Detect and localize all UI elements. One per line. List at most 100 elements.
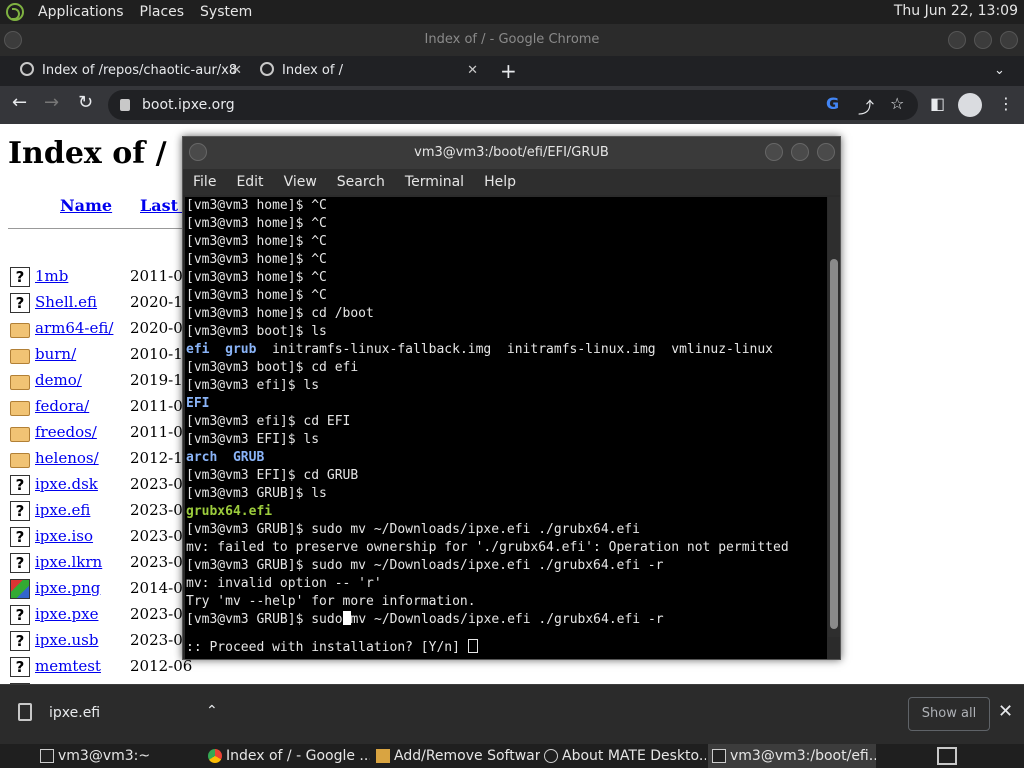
share-icon[interactable]: ⤴: [858, 94, 874, 118]
folder-icon: [10, 323, 30, 338]
maximize-icon[interactable]: [791, 143, 809, 161]
terminal-line: [vm3@vm3 home]$ ^C: [186, 216, 327, 231]
download-bar: ipxe.efi ⌃ Show all ✕: [0, 684, 1024, 744]
terminal-line: [vm3@vm3 efi]$ cd EFI: [186, 414, 351, 429]
window-menu-icon[interactable]: [4, 31, 22, 49]
prompt-text: [vm3@vm3 GRUB]$ sudo: [186, 612, 343, 627]
tab-index-of[interactable]: Index of / ✕: [260, 56, 478, 86]
menu-file[interactable]: File: [183, 169, 226, 195]
window-menu-icon[interactable]: [189, 143, 207, 161]
listing-link[interactable]: ipxe.lkrn: [35, 553, 102, 571]
terminal-titlebar[interactable]: vm3@vm3:/boot/efi/EFI/GRUB: [183, 137, 840, 169]
tab-close-icon[interactable]: ✕: [231, 56, 242, 86]
terminal-screen[interactable]: [vm3@vm3 home]$ ^C [vm3@vm3 home]$ ^C [vm3…: [185, 197, 827, 659]
profile-avatar[interactable]: [958, 93, 982, 117]
menu-view[interactable]: View: [274, 169, 327, 195]
unknown-file-icon: ?: [10, 293, 30, 313]
bottom-taskbar: vm3@vm3:~ Index of / - Google ... Add/Re…: [0, 744, 1024, 768]
chevron-up-icon[interactable]: ⌃: [206, 703, 218, 719]
close-icon[interactable]: [817, 143, 835, 161]
listing-link[interactable]: Shell.efi: [35, 293, 97, 311]
url-text: boot.ipxe.org: [142, 97, 235, 113]
terminal-line: [vm3@vm3 home]$ ^C: [186, 198, 327, 213]
task-terminal-grub[interactable]: vm3@vm3:/boot/efi...: [708, 744, 876, 768]
tab-close-icon[interactable]: ✕: [467, 56, 478, 86]
chrome-titlebar[interactable]: Index of / - Google Chrome: [0, 24, 1024, 56]
unknown-file-icon: ?: [10, 553, 30, 573]
terminal-line: Try 'mv --help' for more information.: [186, 594, 476, 609]
tab-chaotic-aur[interactable]: Index of /repos/chaotic-aur/x8 ✕: [20, 56, 242, 86]
menu-edit[interactable]: Edit: [226, 169, 273, 195]
minimize-icon[interactable]: [948, 31, 966, 49]
close-download-bar-icon[interactable]: ✕: [998, 701, 1013, 722]
chrome-menu-icon[interactable]: ⋮: [998, 94, 1014, 113]
listing-link[interactable]: helenos/: [35, 449, 99, 467]
side-panel-icon[interactable]: ◧: [930, 94, 945, 113]
show-desktop-icon[interactable]: [937, 747, 957, 765]
listing-link[interactable]: arm64-efi/: [35, 319, 113, 337]
scrollbar-thumb[interactable]: [830, 259, 838, 629]
listing-link[interactable]: burn/: [35, 345, 76, 363]
google-icon[interactable]: G: [826, 94, 839, 113]
unknown-file-icon: ?: [10, 631, 30, 651]
task-label: Add/Remove Software: [394, 748, 540, 764]
minimize-icon[interactable]: [765, 143, 783, 161]
column-name-link[interactable]: Name: [60, 196, 112, 215]
listing-link[interactable]: demo/: [35, 371, 82, 389]
listing-link[interactable]: memtest: [35, 657, 101, 675]
task-terminal-home[interactable]: vm3@vm3:~: [36, 744, 204, 768]
folder-icon: [10, 349, 30, 364]
forward-icon[interactable]: →: [44, 92, 59, 113]
folder-icon: [10, 453, 30, 468]
unknown-file-icon: ?: [10, 657, 30, 677]
menu-terminal[interactable]: Terminal: [395, 169, 474, 195]
listing-link[interactable]: ipxe.pxe: [35, 605, 98, 623]
terminal-scrollbar[interactable]: [828, 197, 840, 637]
bookmark-star-icon[interactable]: ☆: [890, 94, 904, 113]
new-tab-icon[interactable]: +: [500, 56, 517, 86]
tab-search-chevron-icon[interactable]: ⌄: [994, 56, 1005, 86]
package-icon: [376, 749, 390, 763]
listing-link[interactable]: ipxe.dsk: [35, 475, 98, 493]
terminal-line: [vm3@vm3 home]$ ^C: [186, 270, 327, 285]
listing-link[interactable]: freedos/: [35, 423, 97, 441]
task-about-mate[interactable]: About MATE Deskto...: [540, 744, 706, 768]
back-icon[interactable]: ←: [12, 92, 27, 113]
task-chrome[interactable]: Index of / - Google ...: [204, 744, 370, 768]
mate-logo-icon[interactable]: [6, 3, 24, 21]
maximize-icon[interactable]: [974, 31, 992, 49]
terminal-line: [vm3@vm3 EFI]$ ls: [186, 432, 320, 447]
download-filename[interactable]: ipxe.efi: [49, 705, 100, 721]
menu-help[interactable]: Help: [474, 169, 526, 195]
show-all-button[interactable]: Show all: [908, 697, 990, 731]
address-bar[interactable]: boot.ipxe.org: [108, 90, 918, 120]
menu-search[interactable]: Search: [327, 169, 395, 195]
proceed-line: :: Proceed with installation? [Y/n]: [185, 639, 827, 657]
menu-places[interactable]: Places: [132, 4, 193, 20]
listing-link[interactable]: ipxe.png: [35, 579, 100, 597]
terminal-line: mv: invalid option -- 'r': [186, 576, 382, 591]
unknown-file-icon: ?: [10, 605, 30, 625]
terminal-line: mv: failed to preserve ownership for './…: [186, 540, 789, 555]
menu-system[interactable]: System: [192, 4, 260, 20]
proceed-prompt: :: Proceed with installation? [Y/n]: [186, 640, 460, 655]
terminal-line: [vm3@vm3 efi]$ ls: [186, 378, 320, 393]
task-add-remove-software[interactable]: Add/Remove Software: [372, 744, 540, 768]
listing-link[interactable]: fedora/: [35, 397, 89, 415]
terminal-line: [vm3@vm3 home]$ ^C: [186, 252, 327, 267]
listing-link[interactable]: ipxe.usb: [35, 631, 98, 649]
close-icon[interactable]: [1000, 31, 1018, 49]
listing-link[interactable]: ipxe.efi: [35, 501, 90, 519]
folder-icon: [10, 375, 30, 390]
listing-link[interactable]: ipxe.iso: [35, 527, 93, 545]
divider: [8, 228, 208, 229]
file-icon[interactable]: [18, 703, 32, 721]
terminal-line: EFI: [186, 396, 210, 411]
reload-icon[interactable]: ↻: [78, 92, 93, 113]
unknown-file-icon: ?: [10, 527, 30, 547]
menu-applications[interactable]: Applications: [30, 4, 132, 20]
clock[interactable]: Thu Jun 22, 13:09: [894, 3, 1018, 19]
listing-link[interactable]: 1mb: [35, 267, 68, 285]
terminal-line: arch GRUB: [186, 450, 265, 465]
lock-icon[interactable]: [120, 99, 130, 111]
